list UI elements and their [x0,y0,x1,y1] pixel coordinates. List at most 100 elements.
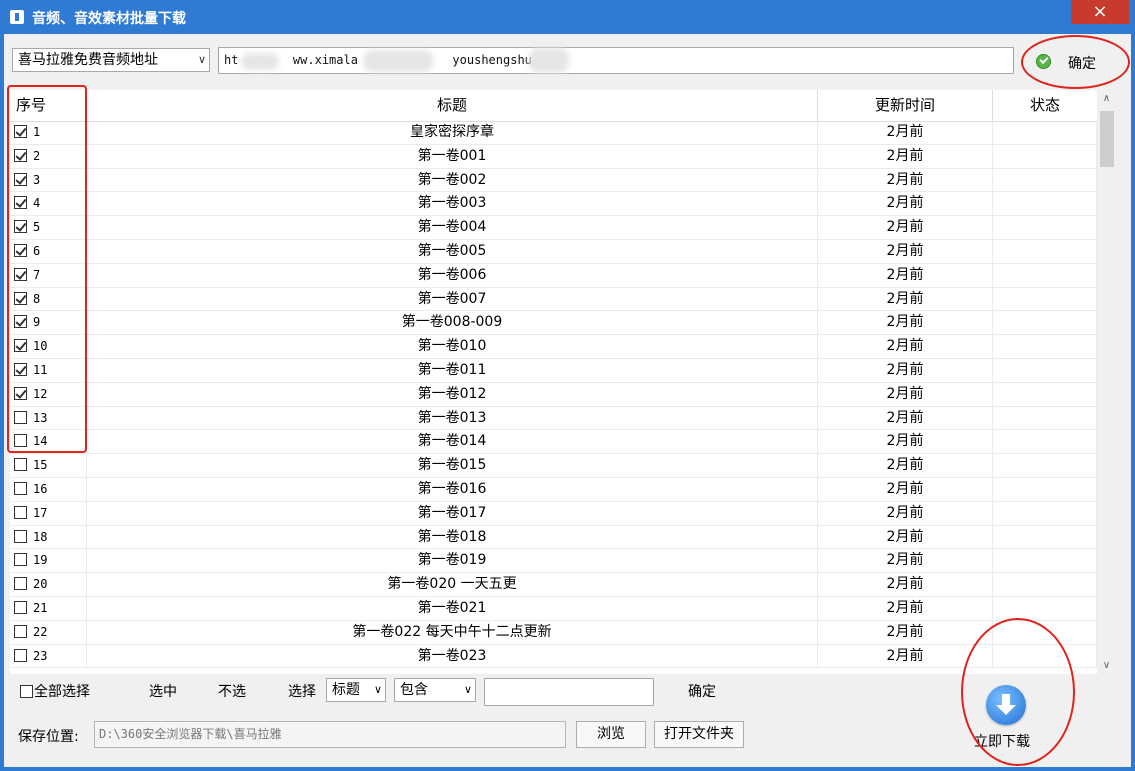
close-button[interactable]: × [1071,0,1129,24]
header-title[interactable]: 标题 [87,90,818,121]
row-status [993,263,1097,287]
row-time: 2月前 [818,168,993,192]
row-num-cell[interactable]: 17 [10,501,87,525]
table-row[interactable]: 1 皇家密探序章 2月前 [10,121,1097,145]
table-row[interactable]: 23 第一卷023 2月前 [10,644,1097,669]
table-row[interactable]: 13 第一卷013 2月前 [10,406,1097,431]
table-row[interactable]: 3 第一卷002 2月前 [10,168,1097,193]
row-num-cell[interactable]: 16 [10,477,87,501]
vertical-scrollbar[interactable]: ∧ ∨ [1097,90,1116,674]
row-status [993,406,1097,430]
source-select-value: 喜马拉雅免费音频地址 [18,52,158,68]
row-time: 2月前 [818,358,993,382]
table-row[interactable]: 12 第一卷012 2月前 [10,382,1097,407]
table-row[interactable]: 10 第一卷010 2月前 [10,335,1097,359]
table-row[interactable]: 11 第一卷011 2月前 [10,358,1097,383]
row-checkbox[interactable] [14,458,27,472]
select-all-checkbox[interactable]: 全部选择 [20,681,90,701]
row-checkbox[interactable] [14,648,27,662]
row-time: 2月前 [818,596,993,620]
row-title: 皇家密探序章 [87,121,818,144]
match-select-value: 包含 [400,682,428,698]
table-row[interactable]: 16 第一卷016 2月前 [10,477,1097,502]
row-checkbox[interactable] [14,481,27,495]
field-select[interactable]: 标题 ∨ [326,678,386,702]
row-checkbox[interactable] [14,577,27,591]
row-num: 20 [33,577,48,592]
row-time: 2月前 [818,501,993,525]
table-row[interactable]: 4 第一卷003 2月前 [10,192,1097,217]
row-num: 17 [33,505,48,520]
row-status [993,358,1097,382]
app-window: 音频、音效素材批量下载 × 喜马拉雅免费音频地址 ∨ ht ww.ximala … [0,0,1135,771]
table-header: 序号 标题 更新时间 状态 [10,90,1097,122]
row-status [993,216,1097,240]
row-time: 2月前 [818,287,993,311]
episode-table: 序号 标题 更新时间 状态 1 皇家密探序章 2月前 2 第一卷001 2月前 3 第一卷00… [10,90,1097,674]
table-row[interactable]: 18 第一卷018 2月前 [10,525,1097,550]
url-input[interactable]: ht ww.ximala youshengshu/413 [218,47,1014,74]
row-title: 第一卷006 [87,263,818,287]
row-num-cell[interactable]: 18 [10,525,87,549]
row-time: 2月前 [818,335,993,359]
row-time: 2月前 [818,525,993,549]
table-row[interactable]: 19 第一卷019 2月前 [10,549,1097,574]
table-row[interactable]: 2 第一卷001 2月前 [10,144,1097,169]
scroll-thumb[interactable] [1100,111,1114,167]
header-time[interactable]: 更新时间 [818,90,993,121]
row-num-cell[interactable]: 21 [10,596,87,620]
header-status[interactable]: 状态 [993,90,1097,121]
filter-confirm-button[interactable]: 确定 [688,681,716,701]
scroll-down-icon[interactable]: ∨ [1097,657,1116,674]
row-status [993,430,1097,454]
table-row[interactable]: 22 第一卷022 每天中午十二点更新 2月前 [10,620,1097,645]
table-row[interactable]: 17 第一卷017 2月前 [10,501,1097,526]
row-time: 2月前 [818,382,993,406]
row-title: 第一卷005 [87,239,818,263]
row-checkbox[interactable] [14,553,27,567]
row-time: 2月前 [818,144,993,168]
row-time: 2月前 [818,239,993,263]
row-num: 23 [33,648,48,663]
row-num-cell[interactable]: 20 [10,573,87,597]
open-folder-button[interactable]: 打开文件夹 [654,721,744,748]
table-row[interactable]: 14 第一卷014 2月前 [10,430,1097,455]
row-num-cell[interactable]: 15 [10,454,87,478]
row-num: 21 [33,600,48,615]
row-time: 2月前 [818,573,993,597]
row-status [993,121,1097,144]
select-button[interactable]: 选中 [149,681,177,701]
row-time: 2月前 [818,311,993,335]
scroll-up-icon[interactable]: ∧ [1097,90,1116,107]
row-status [993,477,1097,501]
highlight-ellipse [961,618,1075,766]
row-time: 2月前 [818,549,993,573]
row-title: 第一卷003 [87,192,818,216]
row-status [993,501,1097,525]
row-checkbox[interactable] [14,600,27,614]
match-select[interactable]: 包含 ∨ [394,678,476,702]
table-row[interactable]: 20 第一卷020 一天五更 2月前 [10,573,1097,597]
row-checkbox[interactable] [14,529,27,543]
table-row[interactable]: 15 第一卷015 2月前 [10,454,1097,478]
save-path-input[interactable]: D:\360安全浏览器下载\喜马拉雅 [94,721,566,748]
row-status [993,192,1097,216]
table-row[interactable]: 6 第一卷005 2月前 [10,239,1097,264]
table-rows: 1 皇家密探序章 2月前 2 第一卷001 2月前 3 第一卷002 2月前 4 第一卷003 2月前… [10,121,1097,669]
table-row[interactable]: 8 第一卷007 2月前 [10,287,1097,312]
row-checkbox[interactable] [14,505,27,519]
table-row[interactable]: 21 第一卷021 2月前 [10,596,1097,621]
filter-input[interactable] [484,678,654,706]
app-icon [10,10,24,24]
source-select[interactable]: 喜马拉雅免费音频地址 ∨ [12,48,210,72]
row-num-cell[interactable]: 22 [10,620,87,644]
client-area: 喜马拉雅免费音频地址 ∨ ht ww.ximala youshengshu/41… [4,34,1131,767]
table-row[interactable]: 5 第一卷004 2月前 [10,216,1097,240]
row-num-cell[interactable]: 19 [10,549,87,573]
row-num-cell[interactable]: 23 [10,644,87,668]
row-checkbox[interactable] [14,624,27,638]
table-row[interactable]: 9 第一卷008-009 2月前 [10,311,1097,336]
browse-button[interactable]: 浏览 [576,721,646,748]
table-row[interactable]: 7 第一卷006 2月前 [10,263,1097,288]
unselect-button[interactable]: 不选 [218,681,246,701]
